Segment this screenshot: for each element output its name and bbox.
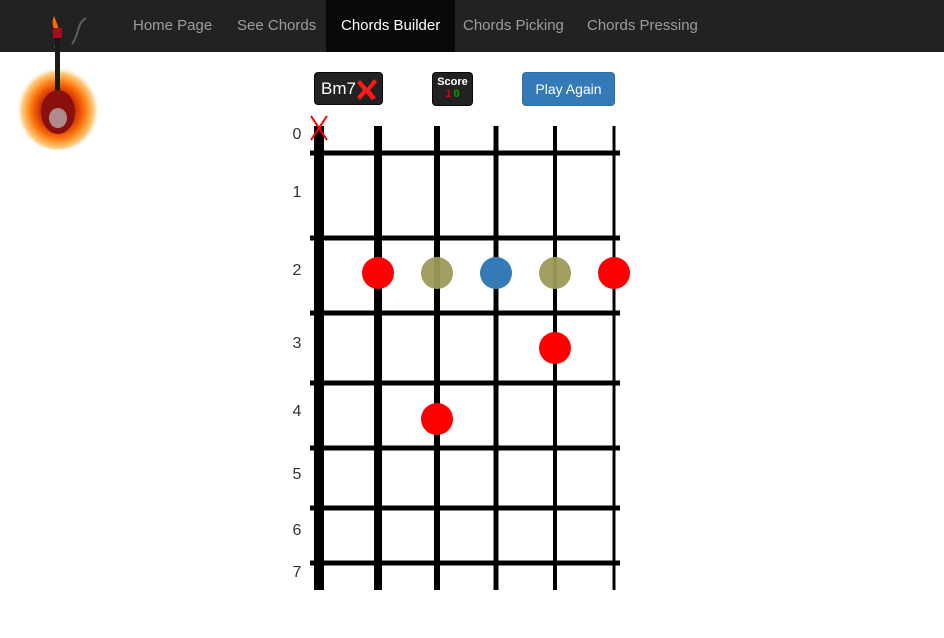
fret-line-7 (310, 560, 620, 566)
string-6 (612, 126, 616, 590)
string-4 (493, 126, 499, 590)
finger-dot[interactable] (539, 257, 571, 289)
fret-line-5 (310, 445, 620, 451)
finger-dot[interactable] (421, 403, 453, 435)
finger-dot[interactable] (362, 257, 394, 289)
string-3 (434, 126, 440, 590)
fret-line-1 (310, 150, 620, 156)
finger-dot[interactable] (539, 332, 571, 364)
fret-line-6 (310, 505, 620, 511)
finger-dot[interactable] (421, 257, 453, 289)
fret-line-3 (310, 310, 620, 316)
fret-line-4 (310, 380, 620, 386)
finger-dot[interactable] (480, 257, 512, 289)
string-2 (374, 126, 382, 590)
fretboard[interactable] (0, 0, 944, 638)
finger-dot[interactable] (598, 257, 630, 289)
string-1 (314, 126, 324, 590)
fret-line-2 (310, 235, 620, 241)
